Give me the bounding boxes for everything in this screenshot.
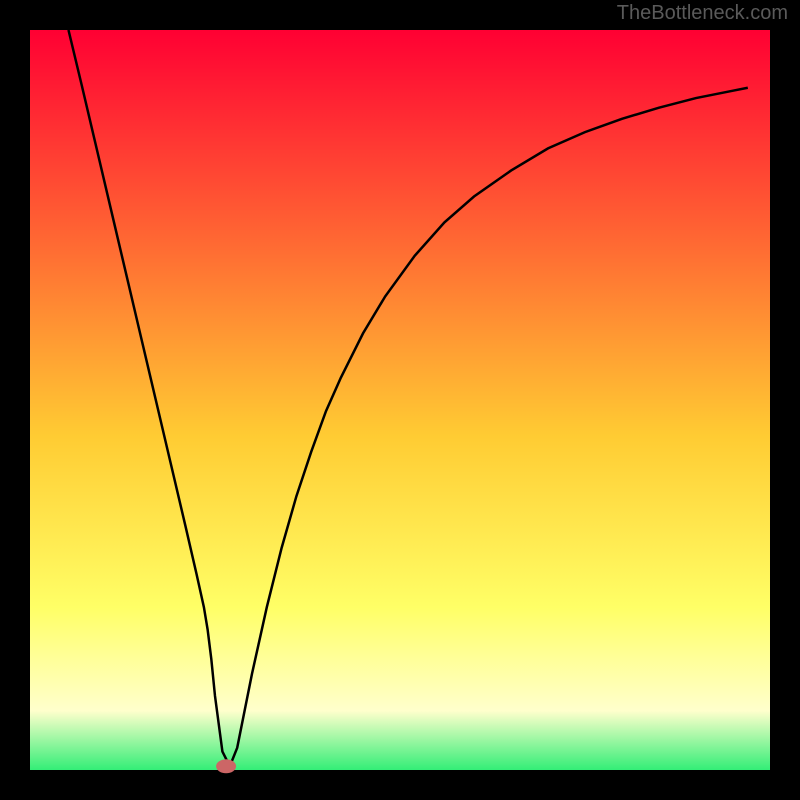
minimum-marker [216,759,236,773]
attribution-text: TheBottleneck.com [617,2,788,25]
chart-container: TheBottleneck.com [0,0,800,800]
plot-background [30,30,770,770]
bottleneck-chart [0,0,800,800]
